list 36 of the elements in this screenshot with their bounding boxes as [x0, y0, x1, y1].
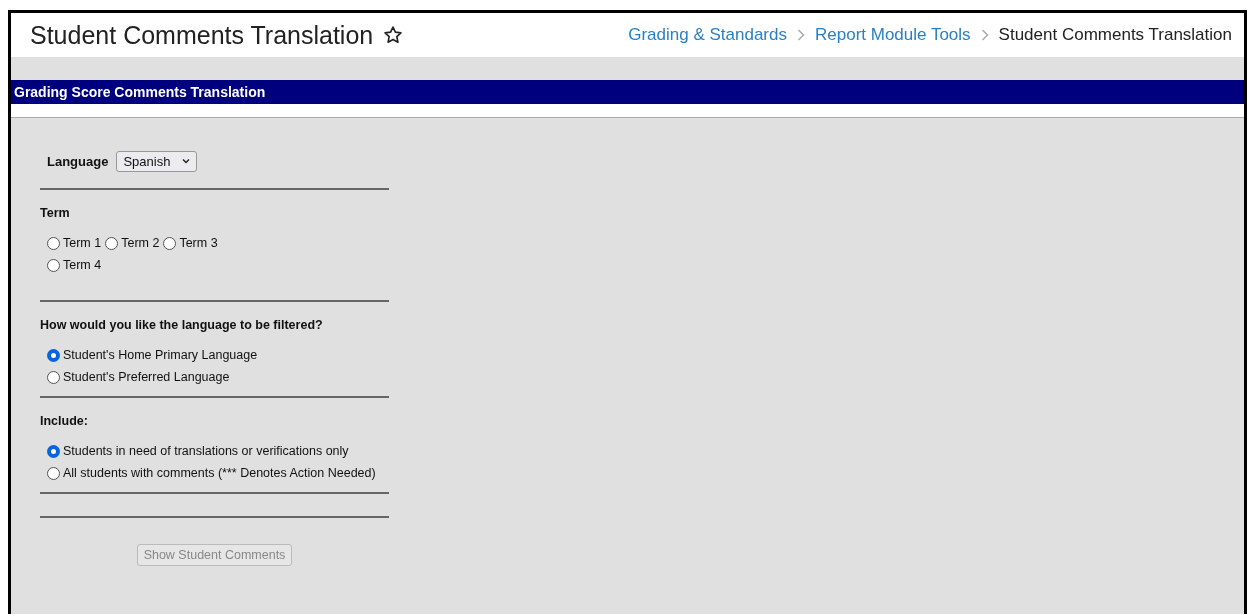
radio-option[interactable]: Term 2 — [105, 236, 160, 250]
chevron-right-icon — [980, 29, 989, 41]
radio-button[interactable] — [105, 236, 119, 250]
radio-button[interactable] — [47, 258, 60, 272]
section-label: How would you like the language to be filtered? — [40, 318, 324, 332]
radio-button[interactable] — [47, 370, 60, 384]
language-label: Language — [47, 153, 109, 169]
radio-option[interactable]: Students in need of translations or verifications only — [47, 444, 389, 458]
chevron-down-icon — [182, 158, 191, 164]
radio-button[interactable] — [47, 466, 60, 480]
breadcrumb-link[interactable]: Grading & Standards — [628, 25, 787, 45]
radio-button[interactable] — [163, 236, 177, 250]
breadcrumb-text: Student Comments Translation — [998, 25, 1232, 45]
option-label: Student's Home Primary Language — [63, 348, 258, 362]
radio-option[interactable]: Term 3 — [163, 236, 218, 250]
radio-option[interactable]: Term 1 — [47, 236, 102, 250]
option-label: Term 2 — [121, 236, 160, 250]
radio-button[interactable] — [47, 236, 60, 250]
radio-option[interactable]: Term 4 — [47, 258, 102, 272]
radio-option[interactable]: Student's Home Primary Language — [47, 348, 389, 362]
radio-option[interactable]: Student's Preferred Language — [47, 370, 389, 384]
breadcrumb-link[interactable]: Report Module Tools — [815, 25, 971, 45]
radio-button[interactable] — [47, 444, 60, 458]
option-label: Students in need of translations or verifications only — [63, 444, 349, 458]
star-icon[interactable] — [383, 25, 404, 45]
chevron-right-icon — [797, 29, 805, 41]
section-label: Include: — [40, 414, 89, 428]
section-header: Grading Score Comments Translation — [11, 80, 1244, 104]
option-label: Term 1 — [63, 236, 102, 250]
section-label: Term — [40, 206, 71, 220]
language-select[interactable]: Spanish — [116, 150, 198, 172]
option-label: Student's Preferred Language — [63, 370, 230, 384]
option-label: Term 3 — [179, 236, 218, 250]
radio-button[interactable] — [47, 348, 60, 362]
option-label: Term 4 — [63, 258, 102, 272]
page-title: Student Comments Translation — [30, 20, 374, 50]
